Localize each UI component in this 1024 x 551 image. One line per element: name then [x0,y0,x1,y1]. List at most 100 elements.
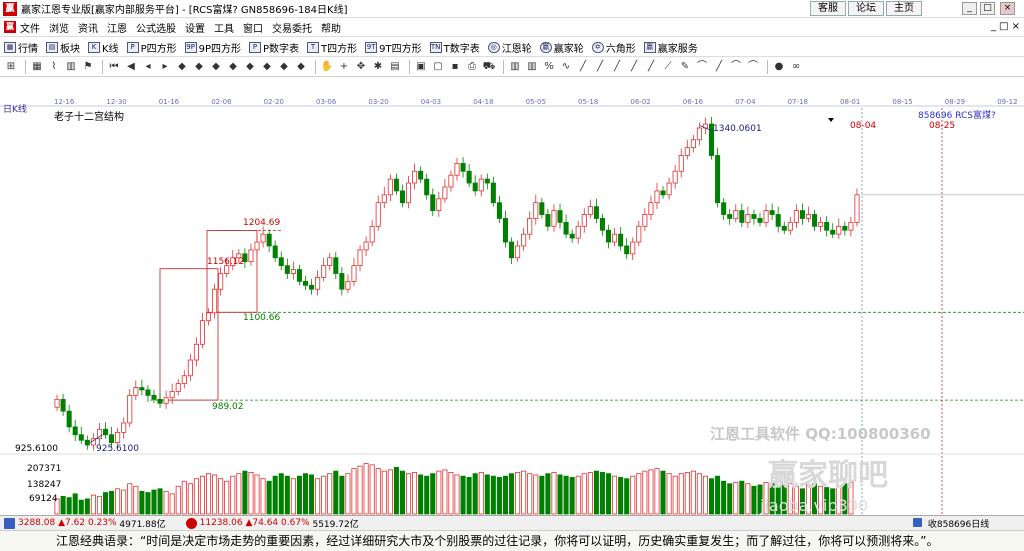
minimize-button[interactable]: _ [962,2,977,15]
menu-tools[interactable]: 工具 [214,20,234,35]
candle-up [169,391,175,399]
flag-icon[interactable]: ⚑ [81,60,95,74]
prev-icon[interactable]: ◀ [124,60,138,74]
line-icon[interactable]: ╱ [627,60,641,74]
index-quote-1[interactable]: 3288.08 ▲7.62 0.23% 4971.88亿 [4,517,166,530]
maximize-button[interactable]: □ [980,2,995,15]
candle-up [254,241,260,251]
move-icon[interactable]: ✥ [354,60,368,74]
customer-service-link[interactable]: 客服 [810,1,846,16]
diamond-icon[interactable]: ◆ [277,60,291,74]
first-icon[interactable]: ⏮ [107,60,121,74]
watermark-software: 江恩工具软件 QQ:100800360 [710,425,931,443]
menu-settings[interactable]: 设置 [185,20,205,35]
menu-window[interactable]: 窗口 [243,20,263,35]
cursor-icon[interactable]: ⊞ [4,60,18,74]
candle-down [751,214,757,219]
forward-icon[interactable]: ▸ [158,60,172,74]
bars-icon[interactable]: ▥ [525,60,539,74]
candle-down [599,218,605,231]
volume-bar-down [399,470,405,515]
candle-up [575,225,581,239]
diamond-icon[interactable]: ◆ [226,60,240,74]
percent-icon[interactable]: % [542,60,556,74]
toolbar-item-blocks[interactable]: ▤ 板块 [46,40,80,55]
infinity-icon[interactable]: ∞ [789,60,803,74]
save-icon[interactable]: ▪ [448,60,462,74]
back-icon[interactable]: ◂ [141,60,155,74]
volume-bar-down [472,473,478,515]
forum-link[interactable]: 论坛 [848,1,884,16]
diamond-icon[interactable]: ◆ [260,60,274,74]
candle-down [266,233,272,247]
volume-bar-down [539,475,545,515]
volume-bar-up [230,475,236,515]
calendar-icon[interactable]: ▣ [414,60,428,74]
print-icon[interactable]: ⎙ [465,60,479,74]
toolbar-item-service[interactable]: 赢赢家服务 [643,40,698,55]
line-icon[interactable]: ╱ [576,60,590,74]
car-icon[interactable]: ⛟ [482,60,496,74]
toolbar-item-p-number[interactable]: P P数字表 [249,40,299,55]
menu-formula[interactable]: 公式选股 [136,20,176,35]
wave-icon[interactable]: ∿ [559,60,573,74]
toolbar-item-kline[interactable]: K K线 [88,40,119,55]
mdi-window-controls[interactable]: _ □ × [991,21,1020,32]
diamond-icon[interactable]: ◆ [209,60,223,74]
curve-icon[interactable]: ⌒ [729,60,743,74]
menu-trade[interactable]: 交易委托 [272,20,312,35]
menu-gann[interactable]: 江恩 [107,20,127,35]
toolbar-item-t-number[interactable]: TN T数字表 [429,40,480,55]
grid-icon[interactable]: ▦ [30,60,44,74]
menu-info[interactable]: 资讯 [78,20,98,35]
kline-chart-area[interactable]: 12-16 12-30 01-16 02-06 02-20 03-06 03-20 04-03… [0,78,1024,515]
candle-up [181,375,187,385]
bars-icon[interactable]: ▥ [508,60,522,74]
title-links: 客服 论坛 主页 [810,1,924,16]
toolbar-item-grid[interactable]: ▦ 行情 [4,40,38,55]
support-1-label: 1100.66 [243,313,281,323]
diamond-icon[interactable]: ◆ [294,60,308,74]
pen-icon[interactable]: ✎ [678,60,692,74]
close-button[interactable]: × [1000,2,1015,15]
homepage-link[interactable]: 主页 [886,1,922,16]
index-quote-2[interactable]: 11238.06 ▲74.64 0.67% 5519.72亿 [185,517,359,530]
line-icon[interactable]: ╱ [593,60,607,74]
diamond-icon[interactable]: ◆ [175,60,189,74]
volume-bar-up [515,471,521,515]
bars-icon[interactable]: ▥ [64,60,78,74]
toolbar-item-hexagon[interactable]: ✡ 六角形 [591,40,636,55]
hand-icon[interactable]: ✋ [320,60,334,74]
volume-bar-down [302,473,309,515]
candle-down [393,178,399,192]
diamond-icon[interactable]: ◆ [192,60,206,74]
ball-icon[interactable]: ● [772,60,786,74]
toolbar-item-p-square[interactable]: P P四方形 [126,40,177,55]
line-icon[interactable]: ╱ [712,60,726,74]
p-number-icon: P [249,41,261,53]
curve-icon[interactable]: ⌒ [746,60,760,74]
candle-down [309,284,315,290]
toolbar-item-winner-wheel[interactable]: 赢赢家轮 [539,40,584,55]
toolbar-item-gann-wheel[interactable]: ◎ 江恩轮 [487,40,532,55]
candle-down [151,395,157,400]
star-icon[interactable]: ✱ [371,60,385,74]
toolbar-item-9t-square[interactable]: 9T 9T四方形 [365,40,422,55]
chart-icon[interactable]: ⌇ [47,60,61,74]
toolbar-item-9p-square[interactable]: 9P 9P四方形 [184,40,241,55]
cross-icon[interactable]: + [337,60,351,74]
line-icon[interactable]: ╱ [610,60,624,74]
toolbar-item-t-square[interactable]: T T四方形 [307,40,357,55]
volume-bar-up [96,495,102,515]
menu-browse[interactable]: 浏览 [49,20,69,35]
menu-bar: 赢 文件 浏览 资讯 江恩 公式选股 设置 工具 窗口 交易委托 帮助 _ □ … [0,18,1024,37]
diag-icon[interactable]: ⟋ [661,60,675,74]
diamond-icon[interactable]: ◆ [243,60,257,74]
line-icon[interactable]: ╱ [644,60,658,74]
curve-icon[interactable]: ⌒ [695,60,709,74]
doc-icon[interactable]: ▢ [431,60,445,74]
menu-file[interactable]: 文件 [20,20,40,35]
menu-help[interactable]: 帮助 [321,20,341,35]
table-icon[interactable]: ▤ [388,60,402,74]
index2-pct: 0.67% [281,518,310,528]
